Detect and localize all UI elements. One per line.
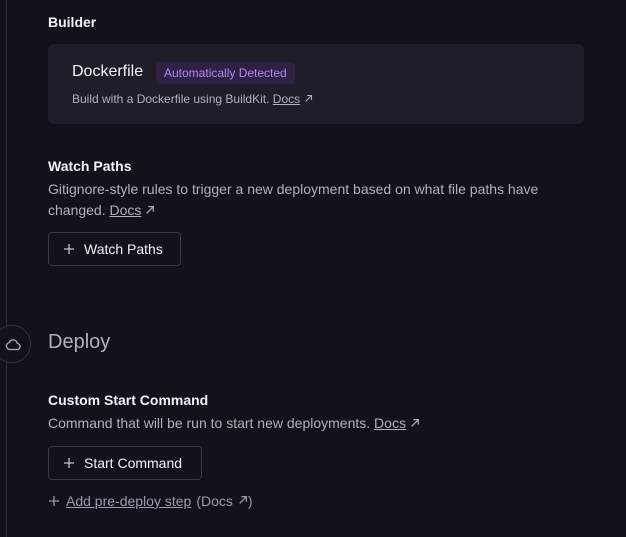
builder-name: Dockerfile bbox=[72, 63, 144, 80]
watch-paths-docs-link[interactable]: Docs bbox=[110, 202, 142, 218]
builder-section-label: Builder bbox=[48, 14, 97, 30]
custom-start-command-description: Command that will be run to start new de… bbox=[48, 413, 608, 434]
pre-deploy-docs-link[interactable]: Docs bbox=[201, 493, 233, 509]
builder-card[interactable]: Dockerfile Automatically Detected Build … bbox=[48, 44, 584, 124]
add-pre-deploy-step-link[interactable]: Add pre-deploy step bbox=[66, 493, 191, 509]
add-pre-deploy-step: Add pre-deploy step (Docs) bbox=[48, 493, 253, 509]
plus-icon bbox=[63, 457, 75, 469]
watch-paths-section-label: Watch Paths bbox=[48, 158, 132, 174]
custom-start-command-label: Custom Start Command bbox=[48, 392, 209, 408]
service-settings-panel: Builder Dockerfile Automatically Detecte… bbox=[0, 0, 626, 537]
builder-description: Build with a Dockerfile using BuildKit. … bbox=[72, 92, 313, 106]
cloud-icon bbox=[5, 339, 21, 351]
external-link-icon bbox=[305, 95, 313, 103]
add-watch-paths-button[interactable]: Watch Paths bbox=[48, 232, 181, 266]
builder-docs-link[interactable]: Docs bbox=[273, 92, 300, 106]
external-link-icon bbox=[411, 419, 419, 428]
custom-start-docs-link[interactable]: Docs bbox=[374, 415, 406, 431]
auto-detected-badge: Automatically Detected bbox=[156, 62, 295, 84]
add-start-command-label: Start Command bbox=[84, 455, 183, 471]
external-link-icon bbox=[239, 496, 247, 504]
add-start-command-button[interactable]: Start Command bbox=[48, 446, 202, 480]
pre-deploy-docs-close-paren: ) bbox=[247, 493, 253, 509]
external-link-icon bbox=[146, 206, 155, 215]
add-watch-paths-label: Watch Paths bbox=[84, 241, 163, 257]
watch-paths-description: Gitignore-style rules to trigger a new d… bbox=[48, 179, 588, 221]
plus-icon bbox=[48, 495, 60, 507]
deploy-heading: Deploy bbox=[48, 331, 111, 353]
builder-description-text: Build with a Dockerfile using BuildKit. bbox=[72, 92, 270, 106]
deploy-section-node bbox=[0, 325, 31, 363]
plus-icon bbox=[63, 243, 75, 255]
custom-start-description-text: Command that will be run to start new de… bbox=[48, 415, 371, 431]
timeline-rail bbox=[0, 0, 31, 537]
